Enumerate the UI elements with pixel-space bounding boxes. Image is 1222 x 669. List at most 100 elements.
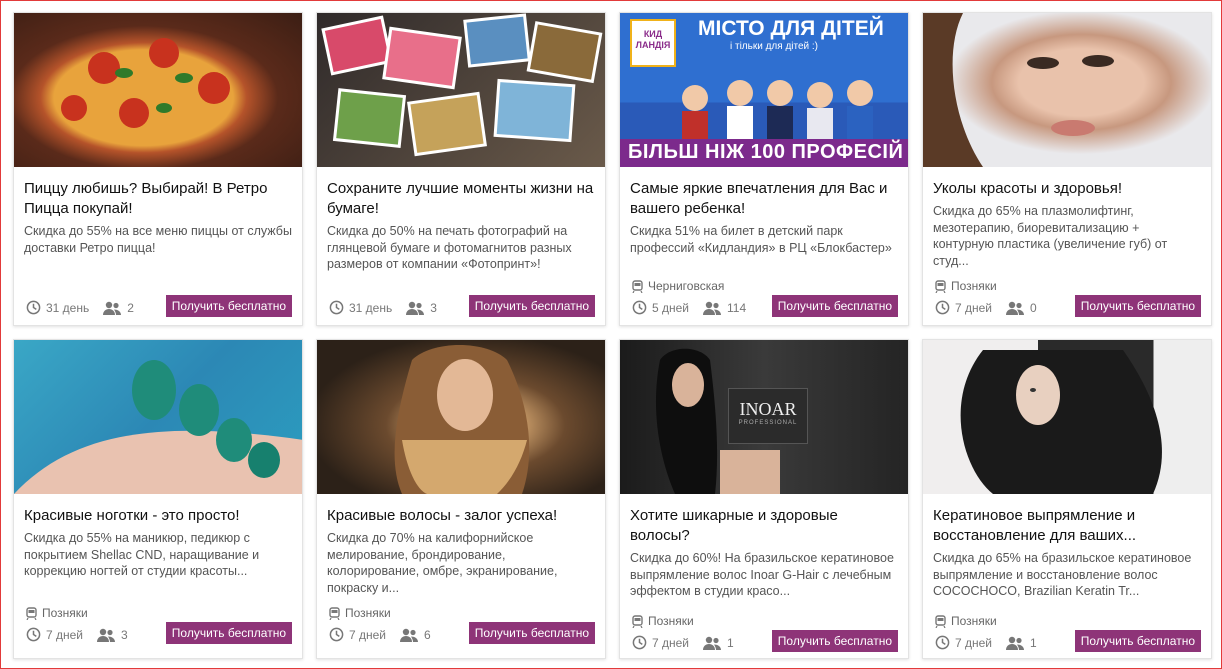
deal-days: 7 дней [46, 627, 84, 642]
people-icon [400, 628, 419, 642]
deal-image-pizza[interactable] [14, 13, 302, 167]
get-free-button[interactable]: Получить бесплатно [771, 295, 898, 317]
deal-title[interactable]: Кератиновое выпрямление и восстановление… [933, 506, 1201, 546]
deal-location: Черниговская [632, 279, 724, 293]
deal-days: 31 день [46, 300, 90, 315]
people-icon [703, 636, 722, 650]
deal-title[interactable]: Красивые волосы - залог успеха! [327, 506, 595, 526]
deal-meta: 7 дней 0 [935, 300, 1037, 315]
deal-meta: 7 дней 6 [329, 627, 431, 642]
inoar-logo-text: INOAR [739, 399, 797, 419]
deal-image-photos[interactable] [317, 13, 605, 167]
deal-meta: 31 день 2 [26, 300, 134, 315]
people-icon [1006, 301, 1025, 315]
clock-icon [935, 635, 950, 650]
deal-title[interactable]: Уколы красоты и здоровья! [933, 179, 1201, 199]
deals-grid: Пиццу любишь? Выбирай! В Ретро Пицца пок… [13, 12, 1212, 659]
get-free-button[interactable]: Получить бесплатно [771, 630, 898, 652]
deal-people-count: 3 [121, 627, 128, 642]
deal-description: Скидка до 70% на калифорнийское мелирова… [327, 531, 558, 595]
deal-location-name: Позняки [345, 606, 391, 620]
deal-days: 7 дней [955, 300, 993, 315]
deal-people-count: 114 [727, 300, 747, 315]
metro-icon [935, 614, 946, 628]
deal-image-kids[interactable]: КИД ЛАНДІЯ МІСТО ДЛЯ ДІТЕЙ і тільки для … [620, 13, 908, 167]
deal-image-inoar[interactable]: INOAR PROFESSIONAL [620, 340, 908, 494]
metro-icon [935, 279, 946, 293]
deal-meta: 31 день 3 [329, 300, 437, 315]
clock-icon [26, 627, 41, 642]
inoar-logo-sub: PROFESSIONAL [738, 420, 798, 426]
clock-icon [632, 300, 647, 315]
deal-card[interactable]: Уколы красоты и здоровья! Скидка до 65% … [922, 12, 1212, 326]
deal-people-count: 6 [424, 627, 431, 642]
clock-icon [26, 300, 41, 315]
deal-people-count: 0 [1030, 300, 1037, 315]
deal-meta: 7 дней 3 [26, 627, 128, 642]
deal-card[interactable]: Сохраните лучшие моменты жизни на бумаге… [316, 12, 606, 326]
deal-title[interactable]: Красивые ноготки - это просто! [24, 506, 292, 526]
image-subline: і тільки для дітей :) [730, 41, 819, 52]
deal-description: Скидка до 55% на все меню пиццы от служб… [24, 224, 292, 255]
deal-location-name: Позняки [648, 614, 694, 628]
deal-days: 31 день [349, 300, 393, 315]
deal-description: Скидка до 65% на плазмолифтинг, мезотера… [933, 204, 1168, 268]
deal-location: Позняки [935, 614, 997, 628]
deal-card[interactable]: INOAR PROFESSIONAL Хотите шикарные и здо… [619, 339, 909, 659]
people-icon [703, 301, 722, 315]
deal-location: Позняки [935, 279, 997, 293]
deal-description: Скидка до 60%! На бразильское кератиново… [630, 551, 894, 598]
deal-days: 7 дней [652, 635, 690, 650]
deal-people-count: 1 [727, 635, 734, 650]
people-icon [103, 301, 122, 315]
get-free-button[interactable]: Получить бесплатно [165, 295, 292, 317]
deal-image-hair-keratin[interactable] [923, 340, 1211, 494]
deal-people-count: 2 [127, 300, 134, 315]
get-free-button[interactable]: Получить бесплатно [468, 295, 595, 317]
clock-icon [632, 635, 647, 650]
deal-description: Скидка до 65% на бразильское кератиновое… [933, 551, 1192, 598]
people-icon [406, 301, 425, 315]
deal-location: Позняки [632, 614, 694, 628]
get-free-button[interactable]: Получить бесплатно [468, 622, 595, 644]
deal-location-name: Позняки [42, 606, 88, 620]
deal-card[interactable]: Пиццу любишь? Выбирай! В Ретро Пицца пок… [13, 12, 303, 326]
deal-people-count: 1 [1030, 635, 1037, 650]
deal-title[interactable]: Хотите шикарные и здоровые волосы? [630, 506, 898, 546]
deal-card[interactable]: Красивые ноготки - это просто! Скидка до… [13, 339, 303, 659]
deal-days: 7 дней [349, 627, 387, 642]
deal-image-face[interactable] [923, 13, 1211, 167]
deal-meta: 5 дней 114 [632, 300, 746, 315]
deal-card[interactable]: Кератиновое выпрямление и восстановление… [922, 339, 1212, 659]
deal-description: Скидка 51% на билет в детский парк профе… [630, 224, 892, 255]
deal-description: Скидка до 55% на маникюр, педикюр с покр… [24, 531, 260, 578]
metro-icon [632, 614, 643, 628]
deal-card[interactable]: КИД ЛАНДІЯ МІСТО ДЛЯ ДІТЕЙ і тільки для … [619, 12, 909, 326]
deal-image-nails[interactable] [14, 340, 302, 494]
get-free-button[interactable]: Получить бесплатно [1074, 295, 1201, 317]
clock-icon [329, 627, 344, 642]
deal-location-name: Позняки [951, 614, 997, 628]
deal-days: 7 дней [955, 635, 993, 650]
deal-location: Позняки [26, 606, 88, 620]
deal-image-hair-ombre[interactable] [317, 340, 605, 494]
deal-title[interactable]: Пиццу любишь? Выбирай! В Ретро Пицца пок… [24, 179, 292, 219]
deal-location-name: Черниговская [648, 279, 725, 293]
deal-description: Скидка до 50% на печать фотографий на гл… [327, 224, 572, 271]
deal-title[interactable]: Сохраните лучшие моменты жизни на бумаге… [327, 179, 595, 219]
deal-meta: 7 дней 1 [632, 635, 734, 650]
deal-meta: 7 дней 1 [935, 635, 1037, 650]
deal-people-count: 3 [430, 300, 437, 315]
metro-icon [632, 279, 643, 293]
deal-location-name: Позняки [951, 279, 997, 293]
people-icon [1006, 636, 1025, 650]
deal-title[interactable]: Самые яркие впечатления для Вас и вашего… [630, 179, 898, 219]
clock-icon [935, 300, 950, 315]
clock-icon [329, 300, 344, 315]
metro-icon [329, 606, 340, 620]
deal-location: Позняки [329, 606, 391, 620]
deal-card[interactable]: Красивые волосы - залог успеха! Скидка д… [316, 339, 606, 659]
get-free-button[interactable]: Получить бесплатно [1074, 630, 1201, 652]
metro-icon [26, 606, 37, 620]
get-free-button[interactable]: Получить бесплатно [165, 622, 292, 644]
